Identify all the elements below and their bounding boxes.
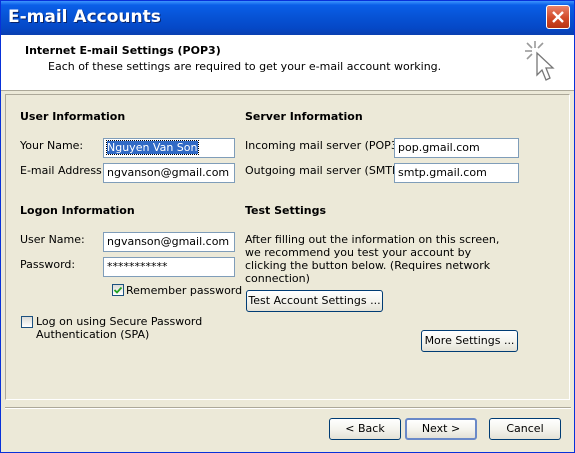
close-button[interactable] bbox=[546, 5, 570, 29]
wizard-cursor-icon bbox=[525, 41, 555, 81]
test-settings-heading: Test Settings bbox=[245, 204, 327, 217]
test-settings-description: After filling out the information on thi… bbox=[245, 233, 500, 285]
close-icon bbox=[552, 11, 564, 23]
wizard-header: Internet E-mail Settings (POP3) Each of … bbox=[1, 35, 574, 91]
next-button[interactable]: Next > bbox=[405, 418, 477, 440]
user-name-input[interactable]: ngvanson@gmail.com bbox=[103, 232, 235, 252]
header-title: Internet E-mail Settings (POP3) bbox=[25, 44, 221, 57]
back-button[interactable]: < Back bbox=[329, 418, 401, 440]
incoming-server-input[interactable]: pop.gmail.com bbox=[394, 138, 519, 158]
window-title: E-mail Accounts bbox=[8, 7, 161, 27]
server-information-heading: Server Information bbox=[245, 110, 363, 123]
password-input[interactable]: *********** bbox=[103, 257, 235, 277]
logon-information-heading: Logon Information bbox=[20, 204, 135, 217]
remember-password-checkbox[interactable] bbox=[112, 284, 124, 296]
email-address-label: E-mail Address: bbox=[20, 164, 106, 177]
cancel-button[interactable]: Cancel bbox=[489, 418, 561, 440]
email-accounts-dialog: E-mail Accounts Internet E-mail Settings… bbox=[0, 0, 575, 453]
user-name-label: User Name: bbox=[20, 233, 85, 246]
header-subtitle: Each of these settings are required to g… bbox=[48, 60, 442, 73]
spa-label[interactable]: Log on using Secure Password Authenticat… bbox=[36, 315, 202, 341]
checkmark-icon bbox=[113, 286, 123, 294]
spa-checkbox[interactable] bbox=[21, 316, 33, 328]
incoming-server-label: Incoming mail server (POP3): bbox=[245, 139, 406, 152]
remember-password-label[interactable]: Remember password bbox=[126, 284, 242, 297]
title-bar[interactable]: E-mail Accounts bbox=[1, 1, 574, 35]
user-information-heading: User Information bbox=[20, 110, 126, 123]
footer-separator bbox=[5, 407, 571, 409]
your-name-input[interactable]: Nguyen Van Son bbox=[103, 138, 235, 158]
your-name-label: Your Name: bbox=[20, 139, 84, 152]
more-settings-button[interactable]: More Settings ... bbox=[421, 330, 518, 352]
email-address-input[interactable]: ngvanson@gmail.com bbox=[103, 163, 235, 183]
password-label: Password: bbox=[20, 258, 76, 271]
outgoing-server-label: Outgoing mail server (SMTP): bbox=[245, 164, 407, 177]
test-account-settings-button[interactable]: Test Account Settings ... bbox=[246, 290, 383, 312]
your-name-value: Nguyen Van Son bbox=[106, 140, 199, 155]
outgoing-server-input[interactable]: smtp.gmail.com bbox=[394, 163, 519, 183]
